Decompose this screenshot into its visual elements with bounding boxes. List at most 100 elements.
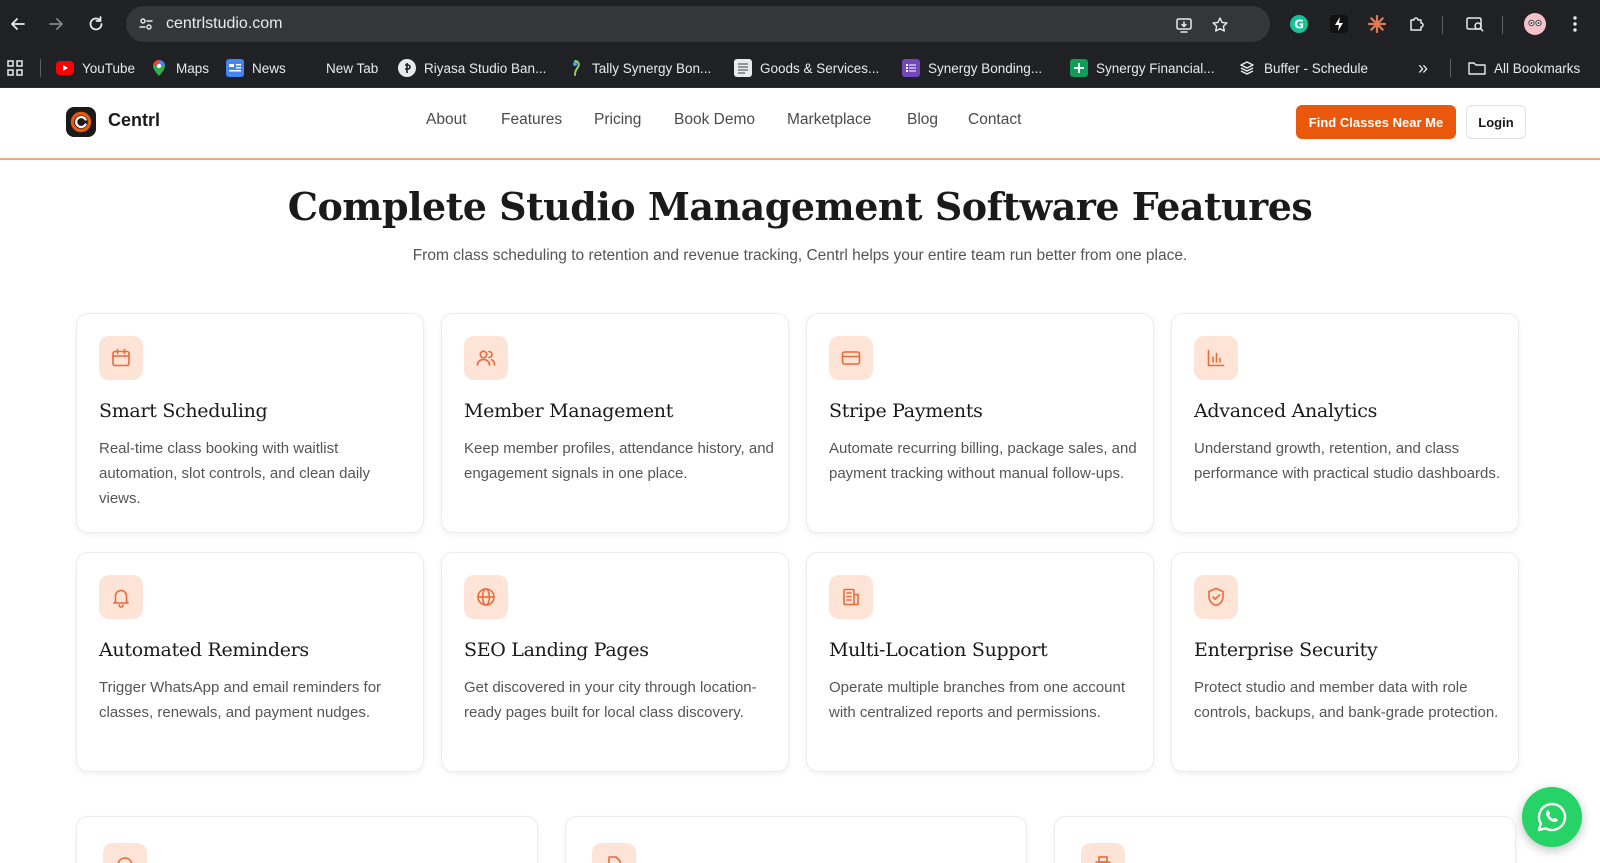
bookmark-label: Synergy Financial... bbox=[1096, 60, 1215, 76]
feature-description: Trigger WhatsApp and email reminders for… bbox=[99, 679, 382, 721]
profile-avatar-icon[interactable] bbox=[1524, 13, 1546, 35]
feature-card-member-management: Member Management Keep member profiles, … bbox=[441, 313, 789, 533]
feature-title: Smart Scheduling bbox=[99, 400, 268, 422]
globe-icon bbox=[464, 575, 508, 619]
bookmarks-bar: YouTube Maps News New Tab Riyasa Studio … bbox=[0, 48, 1600, 88]
bookmark-maps[interactable]: Maps bbox=[150, 48, 209, 88]
nav-pricing[interactable]: Pricing bbox=[594, 111, 641, 129]
toolbar-divider bbox=[1502, 16, 1503, 34]
address-bar[interactable]: centrlstudio.com bbox=[126, 6, 1270, 42]
feature-title: Enterprise Security bbox=[1194, 639, 1378, 661]
feature-card-partial bbox=[565, 816, 1027, 863]
bookmark-news[interactable]: News bbox=[226, 48, 286, 88]
feature-title: Automated Reminders bbox=[99, 639, 309, 661]
brand-name[interactable]: Centrl bbox=[108, 110, 160, 131]
folder-icon bbox=[1468, 59, 1486, 77]
feature-card-stripe-payments: Stripe Payments Automate recurring billi… bbox=[806, 313, 1154, 533]
feature-card-partial bbox=[76, 816, 538, 863]
feature-description: Understand growth, retention, and class … bbox=[1194, 440, 1500, 482]
bookmark-label: News bbox=[252, 60, 286, 76]
youtube-icon bbox=[56, 59, 74, 77]
bookmark-label: New Tab bbox=[326, 60, 379, 76]
back-icon[interactable] bbox=[6, 12, 30, 36]
file-icon bbox=[592, 843, 636, 863]
lightning-extension-icon[interactable] bbox=[1328, 13, 1350, 35]
find-classes-button[interactable]: Find Classes Near Me bbox=[1296, 105, 1456, 139]
feature-card-smart-scheduling: Smart Scheduling Real-time class booking… bbox=[76, 313, 424, 533]
maps-pin-icon bbox=[150, 59, 168, 77]
site-header: Centrl About Features Pricing Book Demo … bbox=[0, 88, 1600, 160]
centrl-logo-icon[interactable] bbox=[66, 107, 96, 137]
feature-card-enterprise-security: Enterprise Security Protect studio and m… bbox=[1171, 552, 1519, 772]
login-button[interactable]: Login bbox=[1466, 105, 1526, 139]
chevron-double-right-icon: » bbox=[1418, 57, 1429, 78]
feature-title: Member Management bbox=[464, 400, 674, 422]
chat-icon bbox=[103, 843, 147, 863]
bookmark-label: Riyasa Studio Ban... bbox=[424, 60, 547, 76]
tab-search-icon[interactable] bbox=[1464, 13, 1486, 35]
bookmarks-divider bbox=[40, 59, 41, 77]
bookmark-buffer[interactable]: Buffer - Schedule bbox=[1238, 48, 1368, 88]
bookmark-synergy-financial[interactable]: Synergy Financial... bbox=[1070, 48, 1215, 88]
bookmark-label: Tally Synergy Bon... bbox=[592, 60, 712, 76]
install-app-icon[interactable] bbox=[1174, 15, 1194, 35]
bookmark-star-icon[interactable] bbox=[1210, 15, 1230, 35]
extensions-puzzle-icon[interactable] bbox=[1406, 13, 1428, 35]
buffer-icon bbox=[1238, 59, 1256, 77]
bookmark-youtube[interactable]: YouTube bbox=[56, 48, 135, 88]
news-icon bbox=[226, 59, 244, 77]
nav-marketplace[interactable]: Marketplace bbox=[787, 111, 871, 129]
feature-card-advanced-analytics: Advanced Analytics Understand growth, re… bbox=[1171, 313, 1519, 533]
bookmark-label: Buffer - Schedule bbox=[1264, 60, 1369, 76]
calendar-icon bbox=[99, 336, 143, 380]
bookmark-synergy-bonding[interactable]: Synergy Bonding... bbox=[902, 48, 1042, 88]
svg-text:G: G bbox=[1294, 18, 1304, 32]
printer-icon bbox=[1081, 843, 1125, 863]
more-bookmarks-button[interactable]: » bbox=[1418, 48, 1428, 88]
feature-description: Protect studio and member data with role… bbox=[1194, 679, 1499, 721]
toolbar-divider bbox=[1442, 16, 1443, 34]
feature-description: Get discovered in your city through loca… bbox=[464, 679, 757, 721]
shield-check-icon bbox=[1194, 575, 1238, 619]
building-icon bbox=[829, 575, 873, 619]
apps-grid-icon[interactable] bbox=[6, 48, 24, 88]
feature-description: Keep member profiles, attendance history… bbox=[464, 440, 774, 482]
nav-about[interactable]: About bbox=[426, 111, 467, 129]
feature-title: SEO Landing Pages bbox=[464, 639, 649, 661]
bell-icon bbox=[99, 575, 143, 619]
tally-icon bbox=[566, 59, 584, 77]
feature-description: Automate recurring billing, package sale… bbox=[829, 440, 1137, 482]
users-icon bbox=[464, 336, 508, 380]
reload-icon[interactable] bbox=[84, 12, 108, 36]
bookmark-riyasa-studio[interactable]: Riyasa Studio Ban... bbox=[398, 48, 546, 88]
forward-icon[interactable] bbox=[44, 12, 68, 36]
whatsapp-chat-button[interactable] bbox=[1522, 787, 1582, 847]
bookmark-label: Goods & Services... bbox=[760, 60, 880, 76]
forms-icon bbox=[902, 59, 920, 77]
sheets-icon bbox=[1070, 59, 1088, 77]
feature-card-multi-location: Multi-Location Support Operate multiple … bbox=[806, 552, 1154, 772]
page-title: Complete Studio Management Software Feat… bbox=[287, 184, 1313, 229]
nav-book-demo[interactable]: Book Demo bbox=[674, 111, 755, 129]
bar-chart-icon bbox=[1194, 336, 1238, 380]
bookmark-goods-services[interactable]: Goods & Services... bbox=[734, 48, 879, 88]
bookmark-label: YouTube bbox=[82, 60, 136, 76]
site-info-icon[interactable] bbox=[134, 12, 158, 36]
nav-features[interactable]: Features bbox=[501, 111, 562, 129]
browser-menu-icon[interactable] bbox=[1564, 13, 1586, 35]
bookmark-new-tab[interactable]: New Tab bbox=[326, 48, 378, 88]
bookmarks-divider bbox=[1450, 59, 1451, 77]
feature-title: Multi-Location Support bbox=[829, 639, 1048, 661]
claude-extension-icon[interactable] bbox=[1366, 13, 1388, 35]
url-text: centrlstudio.com bbox=[166, 15, 283, 32]
bookmark-label: Maps bbox=[176, 60, 210, 76]
bookmark-tally-synergy[interactable]: Tally Synergy Bon... bbox=[566, 48, 711, 88]
feature-card-seo-landing-pages: SEO Landing Pages Get discovered in your… bbox=[441, 552, 789, 772]
grammarly-extension-icon[interactable]: G bbox=[1288, 13, 1310, 35]
all-bookmarks-folder[interactable]: All Bookmarks bbox=[1468, 48, 1580, 88]
feature-description: Operate multiple branches from one accou… bbox=[829, 679, 1125, 721]
feature-card-automated-reminders: Automated Reminders Trigger WhatsApp and… bbox=[76, 552, 424, 772]
nav-contact[interactable]: Contact bbox=[968, 111, 1021, 129]
nav-blog[interactable]: Blog bbox=[907, 111, 938, 129]
feature-title: Advanced Analytics bbox=[1194, 400, 1378, 422]
